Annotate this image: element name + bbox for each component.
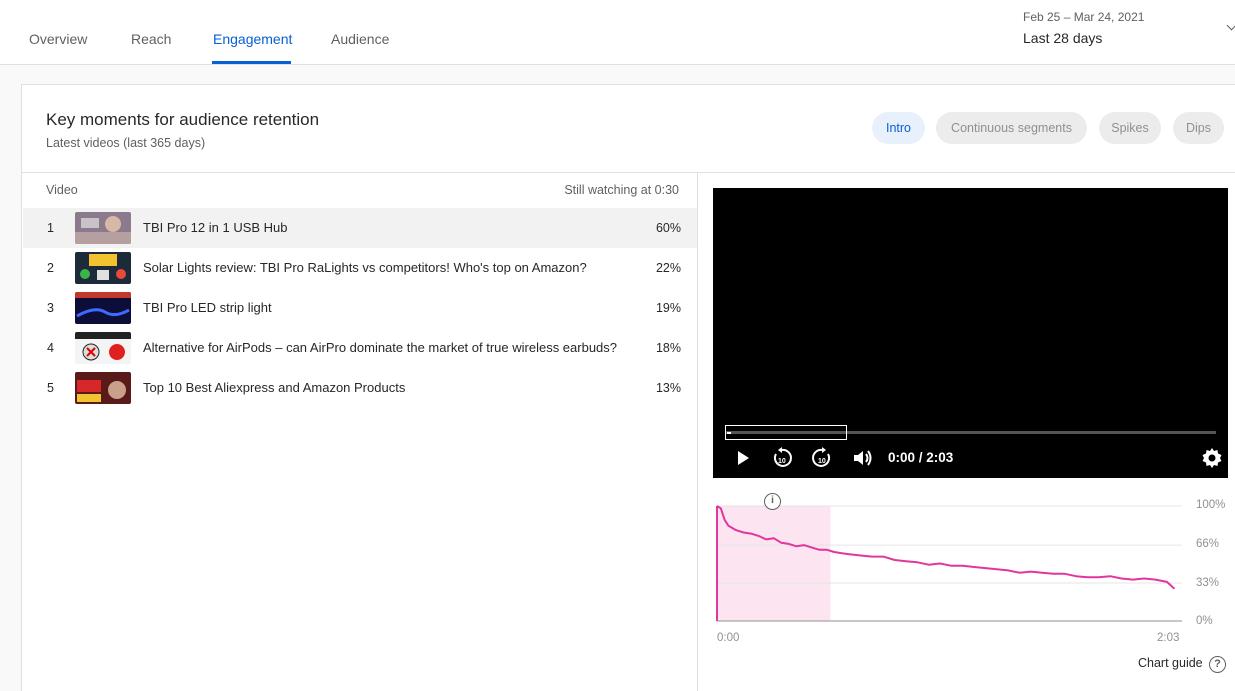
forward-10-icon[interactable]: 10 bbox=[810, 446, 834, 470]
table-row[interactable]: 3 TBI Pro LED strip light 19% bbox=[23, 288, 697, 328]
divider bbox=[697, 173, 698, 691]
settings-gear-icon[interactable] bbox=[1200, 446, 1224, 470]
retention-percentage: 18% bbox=[655, 341, 681, 355]
chip-intro[interactable]: Intro bbox=[872, 112, 925, 144]
svg-text:10: 10 bbox=[778, 458, 786, 465]
chevron-down-icon[interactable] bbox=[1226, 20, 1235, 31]
table-row[interactable]: 5 Top 10 Best Aliexpress and Amazon Prod… bbox=[23, 368, 697, 408]
video-thumbnail bbox=[75, 372, 131, 404]
rewind-10-icon[interactable]: 10 bbox=[770, 446, 794, 470]
column-header-still-watching: Still watching at 0:30 bbox=[564, 183, 679, 197]
row-number: 4 bbox=[47, 341, 54, 355]
retention-chart bbox=[716, 505, 1182, 622]
video-thumbnail bbox=[75, 332, 131, 364]
tab-engagement[interactable]: Engagement bbox=[213, 31, 292, 47]
y-tick-label: 33% bbox=[1196, 577, 1220, 589]
retention-percentage: 22% bbox=[655, 261, 681, 275]
row-number: 1 bbox=[47, 221, 54, 235]
intro-highlight-band bbox=[717, 506, 831, 621]
card-subtitle: Latest videos (last 365 days) bbox=[46, 136, 206, 150]
svg-text:10: 10 bbox=[818, 458, 826, 465]
date-range-selector[interactable]: Feb 25 – Mar 24, 2021 Last 28 days bbox=[1023, 10, 1144, 46]
video-thumbnail bbox=[75, 212, 131, 244]
info-icon[interactable]: i bbox=[764, 493, 781, 510]
video-player[interactable]: 10 10 0:00 / 2:03 bbox=[713, 188, 1228, 478]
chip-spikes[interactable]: Spikes bbox=[1099, 112, 1161, 144]
tab-audience[interactable]: Audience bbox=[331, 31, 389, 47]
video-thumbnail bbox=[75, 252, 131, 284]
retention-percentage: 19% bbox=[655, 301, 681, 315]
x-tick-label: 0:00 bbox=[717, 632, 740, 644]
table-row[interactable]: 4 Alternative for AirPods – can AirPro d… bbox=[23, 328, 697, 368]
table-row[interactable]: 1 TBI Pro 12 in 1 USB Hub 60% bbox=[23, 208, 697, 248]
row-number: 3 bbox=[47, 301, 54, 315]
retention-percentage: 13% bbox=[655, 381, 681, 395]
video-thumbnail bbox=[75, 292, 131, 324]
intro-segment-marker bbox=[725, 425, 847, 440]
retention-percentage: 60% bbox=[655, 221, 681, 235]
date-range-label: Last 28 days bbox=[1023, 30, 1103, 46]
y-tick-label: 100% bbox=[1196, 499, 1226, 511]
column-header-video: Video bbox=[46, 183, 78, 197]
card-title: Key moments for audience retention bbox=[46, 110, 320, 129]
tab-overview[interactable]: Overview bbox=[29, 31, 87, 47]
video-title: Solar Lights review: TBI Pro RaLights vs… bbox=[143, 260, 587, 275]
volume-icon[interactable] bbox=[851, 446, 875, 470]
table-row[interactable]: 2 Solar Lights review: TBI Pro RaLights … bbox=[23, 248, 697, 288]
x-tick-label: 2:03 bbox=[1157, 632, 1180, 644]
divider bbox=[22, 172, 1235, 173]
y-tick-label: 66% bbox=[1196, 538, 1220, 550]
play-icon[interactable] bbox=[730, 446, 754, 470]
help-icon[interactable]: ? bbox=[1209, 656, 1226, 673]
video-title: Top 10 Best Aliexpress and Amazon Produc… bbox=[143, 380, 406, 395]
video-title: Alternative for AirPods – can AirPro dom… bbox=[143, 340, 618, 355]
video-title: TBI Pro LED strip light bbox=[143, 300, 272, 315]
tab-reach[interactable]: Reach bbox=[131, 31, 171, 47]
top-navigation: Overview Reach Engagement Audience Feb 2… bbox=[0, 0, 1235, 65]
y-tick-label: 0% bbox=[1196, 615, 1213, 627]
date-range-dates: Feb 25 – Mar 24, 2021 bbox=[1023, 10, 1145, 24]
row-number: 5 bbox=[47, 381, 54, 395]
chip-dips[interactable]: Dips bbox=[1173, 112, 1224, 144]
playback-time: 0:00 / 2:03 bbox=[888, 450, 954, 465]
row-number: 2 bbox=[47, 261, 54, 275]
video-title: TBI Pro 12 in 1 USB Hub bbox=[143, 220, 288, 235]
chip-continuous-segments[interactable]: Continuous segments bbox=[936, 112, 1087, 144]
chart-guide-link[interactable]: Chart guide bbox=[1138, 656, 1203, 670]
active-tab-indicator bbox=[212, 61, 291, 64]
